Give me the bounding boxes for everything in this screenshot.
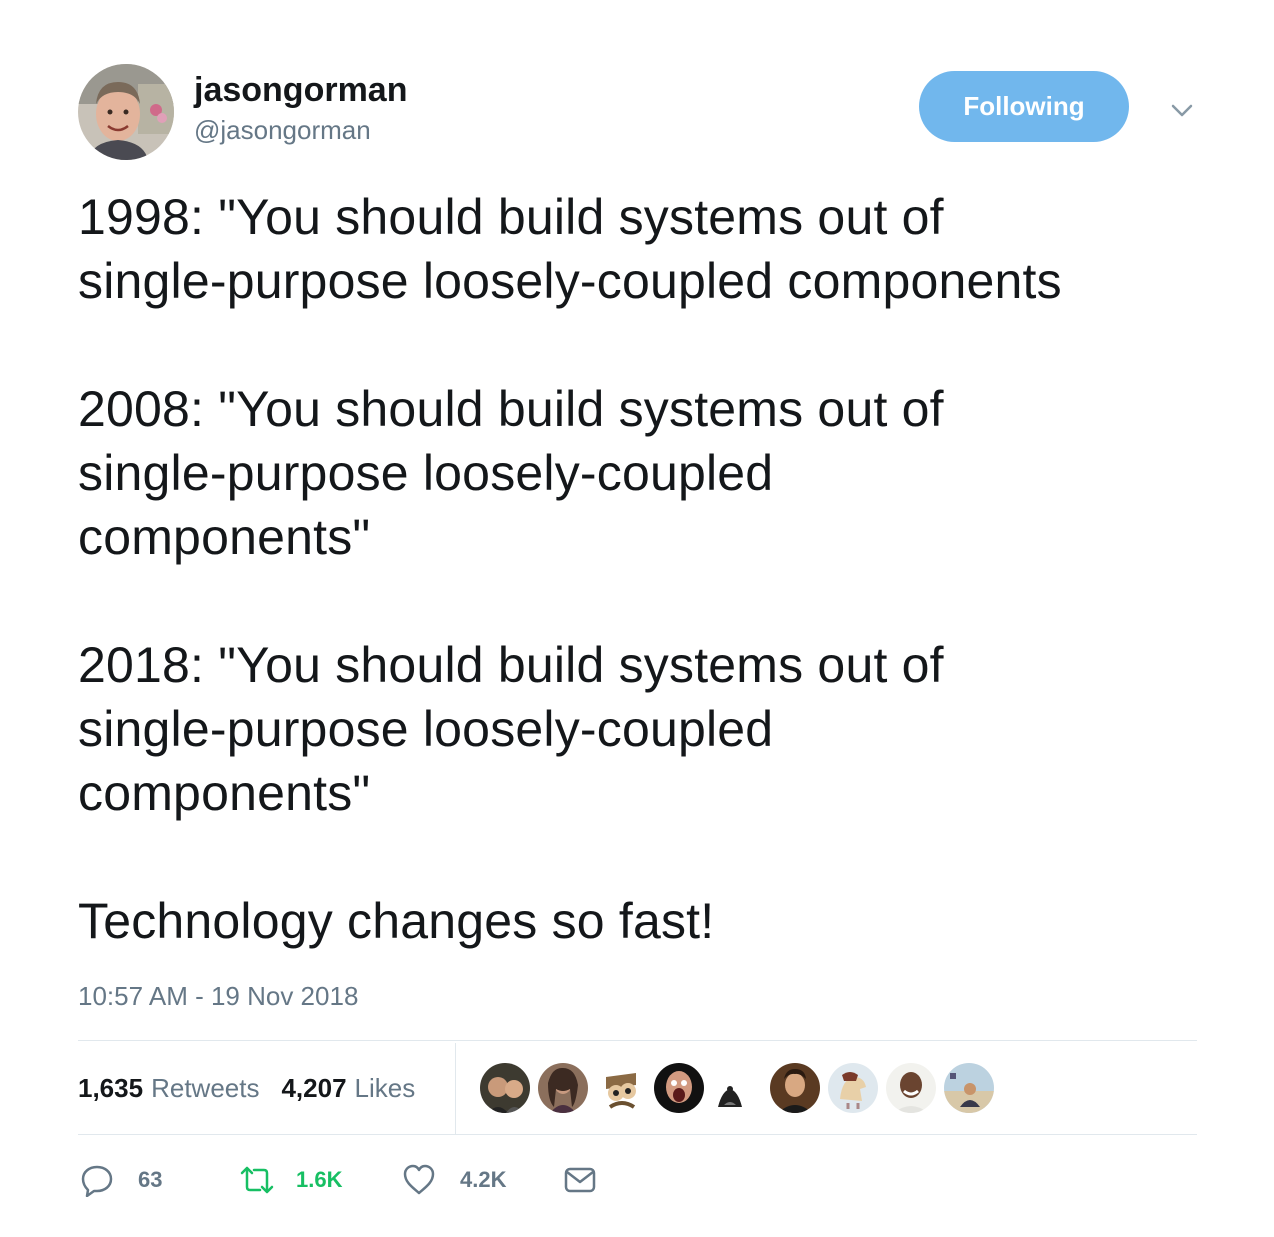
avatar-image <box>78 64 174 160</box>
retweets-count: 1,635 <box>78 1072 144 1103</box>
tweet-text: 1998: "You should build systems out of s… <box>78 185 1238 953</box>
heart-icon <box>402 1164 436 1196</box>
tweet-paragraph: 2008: "You should build systems out of s… <box>78 381 944 565</box>
tweet-timestamp[interactable]: 10:57 AM - 19 Nov 2018 <box>78 978 358 1014</box>
likes-count: 4,207 <box>281 1072 347 1103</box>
liker-avatar[interactable] <box>480 1063 530 1113</box>
tweet-paragraph: Technology changes so fast! <box>78 893 715 949</box>
tweet-paragraph: 2018: "You should build systems out of s… <box>78 637 944 821</box>
display-name[interactable]: jasongorman <box>194 68 407 112</box>
tweet-card: jasongorman @jasongorman Following 1998:… <box>0 0 1274 1237</box>
reply-icon <box>80 1163 114 1197</box>
liker-avatar[interactable] <box>770 1063 820 1113</box>
retweet-icon <box>238 1165 276 1195</box>
tweet-stats: 1,635 Retweets 4,207 Likes <box>78 1070 415 1106</box>
liker-avatar[interactable] <box>654 1063 704 1113</box>
retweet-count: 1.6K <box>296 1167 343 1192</box>
likes-stat[interactable]: 4,207 Likes <box>281 1073 415 1104</box>
following-button[interactable]: Following <box>919 71 1129 142</box>
divider-bottom <box>78 1134 1197 1135</box>
like-button[interactable]: 4.2K <box>402 1161 506 1199</box>
liker-avatar[interactable] <box>596 1063 646 1113</box>
chevron-down-icon[interactable] <box>1168 96 1196 124</box>
retweets-label: Retweets <box>151 1072 260 1103</box>
reply-button[interactable]: 63 <box>80 1161 162 1199</box>
like-count: 4.2K <box>460 1167 507 1192</box>
reply-count: 63 <box>138 1167 163 1192</box>
liker-avatar[interactable] <box>538 1063 588 1113</box>
liker-avatar[interactable] <box>944 1063 994 1113</box>
retweets-stat[interactable]: 1,635 Retweets <box>78 1073 259 1104</box>
retweet-button[interactable]: 1.6K <box>238 1161 342 1199</box>
direct-message-button[interactable] <box>564 1161 596 1199</box>
likes-label: Likes <box>354 1072 416 1103</box>
tweet-paragraph: 1998: "You should build systems out of s… <box>78 189 1062 309</box>
stats-divider <box>455 1043 456 1134</box>
liker-avatar[interactable] <box>712 1077 748 1113</box>
user-handle[interactable]: @jasongorman <box>194 112 371 148</box>
divider-top <box>78 1040 1197 1041</box>
envelope-icon <box>564 1166 596 1194</box>
liker-avatar[interactable] <box>828 1063 878 1113</box>
user-avatar[interactable] <box>78 64 174 160</box>
liker-avatar[interactable] <box>886 1063 936 1113</box>
